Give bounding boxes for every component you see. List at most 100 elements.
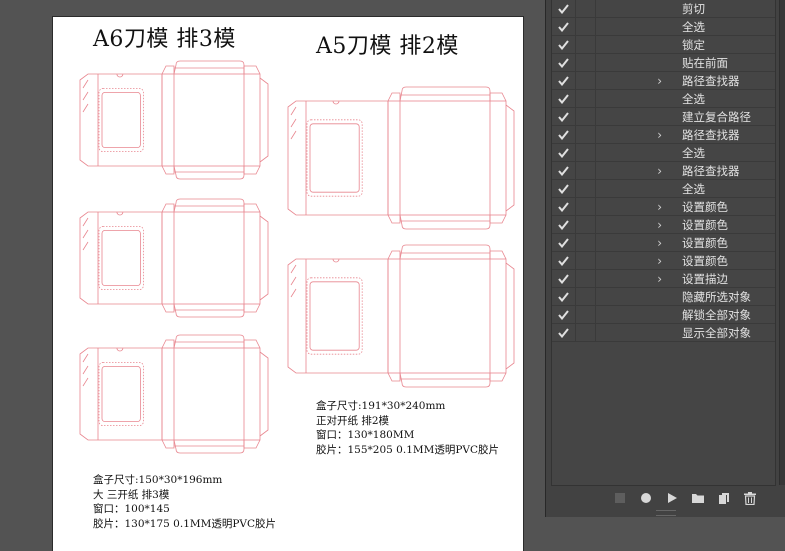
action-row[interactable]: 解锁全部对象 [552, 305, 775, 324]
action-row[interactable]: 显示全部对象 [552, 323, 775, 342]
a6-box-1-right-tuck [259, 77, 269, 163]
chevron-right-icon[interactable]: › [596, 252, 666, 270]
action-row[interactable]: › 路径查找器 [552, 71, 775, 90]
check-icon[interactable] [552, 107, 576, 126]
action-row[interactable]: › 设置颜色 [552, 197, 775, 216]
check-icon[interactable] [552, 197, 576, 216]
a5-box-1-notch [332, 100, 340, 105]
a6-box-2-glue-mark [82, 217, 89, 227]
dialog-toggle-slot[interactable] [576, 323, 596, 342]
a5-box-1-ear [387, 214, 401, 224]
a6-box-2-window-film [98, 225, 144, 290]
dialog-toggle-slot[interactable] [576, 125, 596, 144]
dialog-toggle-slot[interactable] [576, 89, 596, 108]
check-icon[interactable] [552, 0, 576, 18]
action-label: 贴在前面 [682, 55, 728, 70]
action-row[interactable]: 隐藏所选对象 [552, 287, 775, 306]
action-label: 路径查找器 [682, 127, 740, 142]
chevron-right-icon[interactable]: › [596, 198, 666, 216]
chevron-right-icon[interactable]: › [596, 270, 666, 288]
panel-resize-grip[interactable] [656, 510, 676, 516]
action-row[interactable]: 全选 [552, 143, 775, 162]
action-row[interactable]: › 设置颜色 [552, 215, 775, 234]
action-label: 建立复合路径 [682, 109, 751, 124]
action-row[interactable]: 建立复合路径 [552, 107, 775, 126]
a6-box-1-window-film [98, 88, 144, 153]
check-icon[interactable] [552, 269, 576, 288]
dialog-toggle-slot[interactable] [576, 107, 596, 126]
chevron-right-icon[interactable]: › [596, 126, 666, 144]
new-action-icon[interactable] [716, 490, 732, 506]
chevron-right-icon[interactable]: › [596, 234, 666, 252]
dialog-toggle-slot[interactable] [576, 269, 596, 288]
check-icon[interactable] [552, 323, 576, 342]
action-label: 全选 [682, 91, 705, 106]
action-row[interactable]: › 路径查找器 [552, 161, 775, 180]
action-row[interactable]: 锁定 [552, 35, 775, 54]
a6-box-1-ear [243, 165, 261, 175]
check-icon[interactable] [552, 233, 576, 252]
a5-box-2-bottom-flap [399, 372, 491, 388]
a6-box-1-notch [116, 73, 124, 78]
dialog-toggle-slot[interactable] [576, 0, 596, 18]
check-icon[interactable] [552, 89, 576, 108]
action-row[interactable]: 全选 [552, 89, 775, 108]
actions-list: 剪切 全选 锁定 贴在前面 › 路径查找器 全选 建立复合路径 › 路径查找器 全选 › 路径查找器 全选… [551, 0, 776, 486]
a6-box-3-notch [116, 347, 124, 352]
a6-box-2-left-flap [79, 211, 163, 305]
dialog-toggle-slot[interactable] [576, 197, 596, 216]
action-row[interactable]: 全选 [552, 17, 775, 36]
check-icon[interactable] [552, 215, 576, 234]
action-label: 隐藏所选对象 [682, 289, 751, 304]
check-icon[interactable] [552, 251, 576, 270]
action-label: 设置描边 [682, 271, 728, 286]
new-set-folder-icon[interactable] [690, 490, 706, 506]
action-row[interactable]: › 设置颜色 [552, 233, 775, 252]
record-icon[interactable] [638, 490, 654, 506]
a5-box-1-main-panel [387, 100, 507, 216]
dialog-toggle-slot[interactable] [576, 53, 596, 72]
check-icon[interactable] [552, 287, 576, 306]
trash-icon[interactable] [742, 490, 758, 506]
check-icon[interactable] [552, 179, 576, 198]
dialog-toggle-slot[interactable] [576, 143, 596, 162]
action-row[interactable]: 全选 [552, 179, 775, 198]
dialog-toggle-slot[interactable] [576, 233, 596, 252]
dialog-toggle-slot[interactable] [576, 287, 596, 306]
a6-box-2-top-flap [173, 198, 245, 213]
dialog-toggle-slot[interactable] [576, 251, 596, 270]
check-icon[interactable] [552, 17, 576, 36]
panel-scrollbar[interactable] [779, 0, 785, 485]
chevron-right-icon[interactable]: › [596, 72, 666, 90]
check-icon[interactable] [552, 143, 576, 162]
check-icon[interactable] [552, 125, 576, 144]
chevron-right-icon[interactable]: › [596, 216, 666, 234]
check-icon[interactable] [552, 305, 576, 324]
dialog-toggle-slot[interactable] [576, 17, 596, 36]
chevron-right-icon[interactable]: › [596, 162, 666, 180]
a6-spec-film: 胶片：130*175 0.1MM透明PVC胶片 [93, 517, 277, 530]
actions-panel: 剪切 全选 锁定 贴在前面 › 路径查找器 全选 建立复合路径 › 路径查找器 全选 › 路径查找器 全选… [545, 0, 785, 517]
check-icon[interactable] [552, 53, 576, 72]
dialog-toggle-slot[interactable] [576, 161, 596, 180]
check-icon[interactable] [552, 35, 576, 54]
a5-box-2-ear [387, 250, 401, 260]
a6-box-3-top-flap [173, 334, 245, 349]
stop-icon[interactable] [612, 490, 628, 506]
action-row[interactable]: 贴在前面 [552, 53, 775, 72]
dialog-toggle-slot[interactable] [576, 305, 596, 324]
dialog-toggle-slot[interactable] [576, 35, 596, 54]
dialog-toggle-slot[interactable] [576, 71, 596, 90]
dialog-toggle-slot[interactable] [576, 215, 596, 234]
action-row[interactable]: › 路径查找器 [552, 125, 775, 144]
action-row[interactable]: 剪切 [552, 0, 775, 18]
dialog-toggle-slot[interactable] [576, 179, 596, 198]
check-icon[interactable] [552, 71, 576, 90]
action-label: 路径查找器 [682, 163, 740, 178]
a5-box-2-ear [489, 372, 507, 382]
action-row[interactable]: › 设置颜色 [552, 251, 775, 270]
action-row[interactable]: › 设置描边 [552, 269, 775, 288]
a5-box-1-glue-mark [290, 118, 297, 128]
play-icon[interactable] [664, 490, 680, 506]
check-icon[interactable] [552, 161, 576, 180]
